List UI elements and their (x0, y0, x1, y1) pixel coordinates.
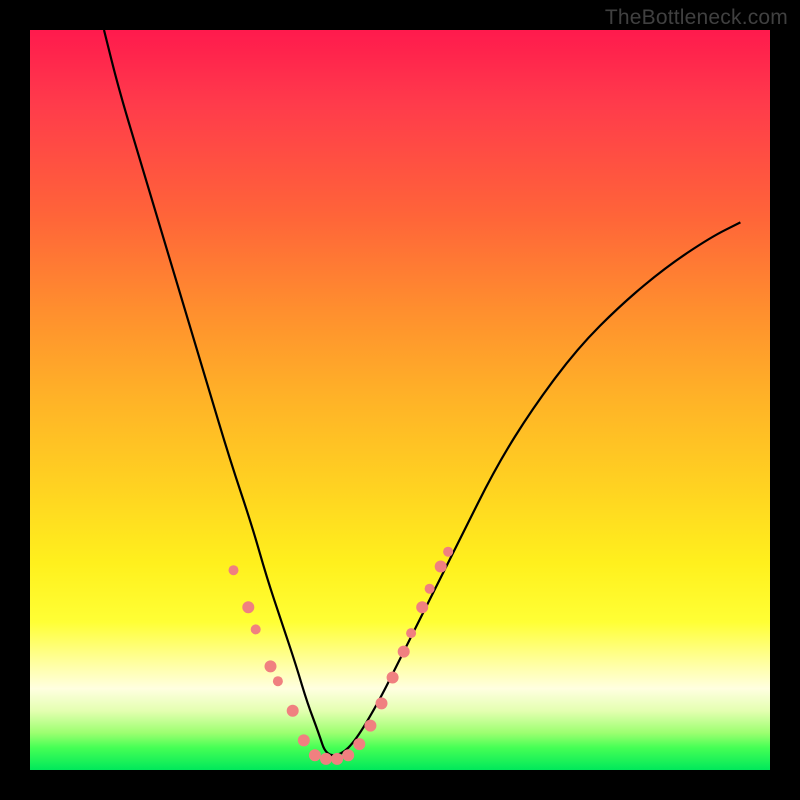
chart-svg (30, 30, 770, 770)
marker-dot (364, 720, 376, 732)
marker-dot (406, 628, 416, 638)
marker-dot (387, 672, 399, 684)
marker-dot (443, 547, 453, 557)
marker-dot (242, 601, 254, 613)
marker-dot (287, 705, 299, 717)
marker-dot (398, 646, 410, 658)
marker-dot (342, 749, 354, 761)
marker-dot (298, 734, 310, 746)
marker-dot (425, 584, 435, 594)
marker-dot (229, 565, 239, 575)
marker-dot (251, 624, 261, 634)
marker-dot (353, 738, 365, 750)
marker-dot (273, 676, 283, 686)
plot-area (30, 30, 770, 770)
marker-dot (331, 753, 343, 765)
chart-frame: TheBottleneck.com (0, 0, 800, 800)
marker-dot (376, 697, 388, 709)
marker-dot (435, 561, 447, 573)
marker-group (229, 547, 454, 765)
marker-dot (320, 753, 332, 765)
watermark-text: TheBottleneck.com (605, 6, 788, 30)
marker-dot (416, 601, 428, 613)
marker-dot (309, 749, 321, 761)
marker-dot (265, 660, 277, 672)
bottleneck-curve (104, 30, 740, 755)
